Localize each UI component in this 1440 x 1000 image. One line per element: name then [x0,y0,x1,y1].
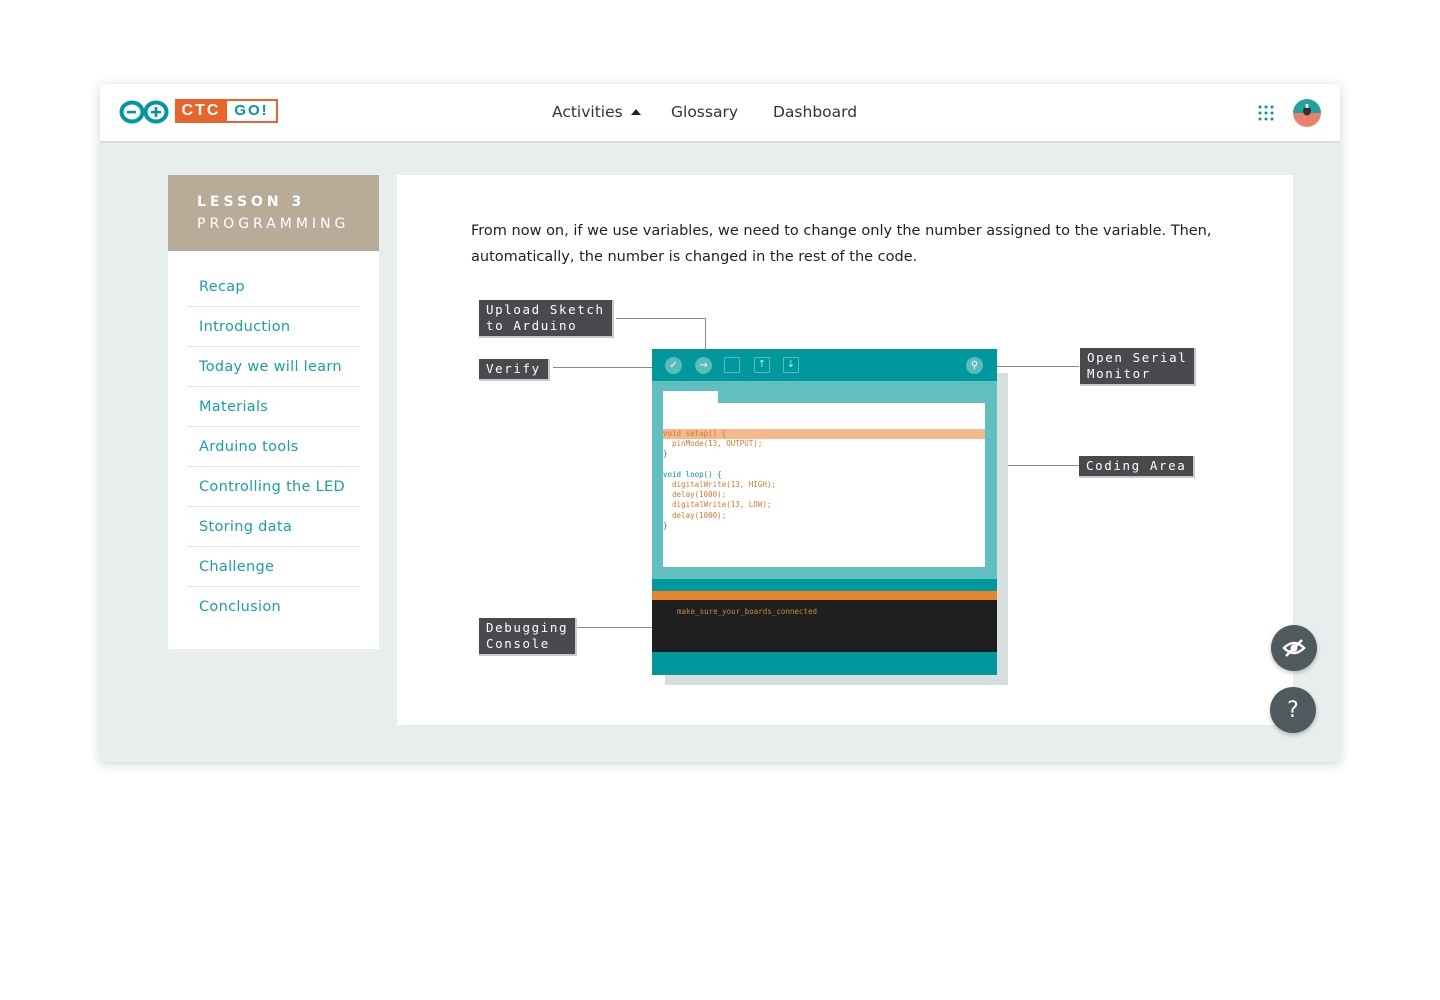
code-line-5: digitalWrite(13, HIGH); [663,480,776,490]
help-button[interactable]: ? [1270,687,1316,733]
arduino-logo-icon[interactable] [119,99,169,125]
code-line-9: } [663,520,668,530]
open-serial-monitor-label: Open Serial Monitor [1080,348,1197,386]
console-message: make_sure_your_boards_connected [677,607,817,616]
sidebar-item-arduino-tools[interactable]: Arduino tools [187,427,360,467]
ide-footer-bar [652,652,997,675]
code-line-6: delay(1000); [663,490,727,500]
code-line-4: void loop() { [663,469,722,479]
code-line-8: delay(1000); [663,510,727,520]
coding-area-label: Coding Area [1079,456,1196,478]
verify-label: Verify [479,359,550,381]
sidebar-item-storing-data[interactable]: Storing data [187,507,360,547]
logo-ctc-text: CTC [175,99,227,123]
ctc-go-logo[interactable]: CTC GO! [175,99,378,123]
lesson-sidebar: LESSON 3 PROGRAMMING Recap Introduction … [168,175,379,649]
ide-code-editor: void setup() { pinMode(13, OUTPUT); } vo… [663,403,985,567]
ide-debug-console: make_sure_your_boards_connected [652,600,997,652]
logo-go-text: GO! [227,99,278,123]
nav-dashboard[interactable]: Dashboard [773,84,857,141]
new-file-icon [724,357,740,373]
ide-message-bar [652,591,997,600]
lesson-number: LESSON 3 [197,194,306,210]
top-header: CTC GO! Activities Glossary Dashboard [100,84,1340,143]
app-window: CTC GO! Activities Glossary Dashboard LE… [100,84,1340,762]
nav-glossary[interactable]: Glossary [671,84,738,141]
sidebar-item-conclusion[interactable]: Conclusion [187,587,360,626]
code-line-3: } [663,449,668,459]
serial-monitor-search-icon: ⚲ [966,357,983,374]
nav-activities[interactable]: Activities [552,84,641,141]
sidebar-item-today-we-will-learn[interactable]: Today we will learn [187,347,360,387]
debugging-console-label: Debugging Console [479,618,578,656]
code-line-2: pinMode(13, OUTPUT); [663,439,763,449]
user-avatar[interactable] [1293,99,1321,127]
ide-window: ✓ → ↑ ↓ ⚲ void setup() { pinMode(13, OUT… [652,349,997,675]
arduino-ide-diagram: Upload Sketch to Arduino Verify Open Ser… [397,175,1293,725]
ide-status-bar [652,579,997,591]
save-file-icon: ↓ [783,357,799,373]
code-line-highlighted: void setup() { [663,429,985,440]
sidebar-item-recap[interactable]: Recap [187,267,360,307]
code-line-1: void setup() { [663,429,727,438]
hide-toggle-button[interactable] [1271,625,1317,671]
sidebar-item-challenge[interactable]: Challenge [187,547,360,587]
nav-activities-label: Activities [552,103,623,121]
open-file-icon: ↑ [754,357,770,373]
avatar-icon [1303,104,1311,116]
lesson-content: From now on, if we use variables, we nee… [397,175,1293,725]
verify-connector-line [553,367,653,368]
lesson-section-list: Recap Introduction Today we will learn M… [187,267,360,626]
code-listing: void setup() { pinMode(13, OUTPUT); } vo… [663,429,985,531]
ide-toolbar: ✓ → ↑ ↓ ⚲ [652,349,997,381]
code-line-7: digitalWrite(13, LOW); [663,500,772,510]
lesson-header: LESSON 3 PROGRAMMING [168,175,379,251]
upload-arrow-icon: → [695,357,712,374]
upload-sketch-label: Upload Sketch to Arduino [479,300,614,338]
upload-connector-line-h [616,318,706,319]
apps-grid-icon[interactable] [1257,104,1275,122]
sidebar-item-materials[interactable]: Materials [187,387,360,427]
serial-connector-line [997,366,1079,367]
upload-connector-line-v [705,318,706,350]
sidebar-item-introduction[interactable]: Introduction [187,307,360,347]
eye-off-icon [1282,639,1306,657]
lesson-title: PROGRAMMING [197,216,350,232]
sidebar-item-controlling-the-led[interactable]: Controlling the LED [187,467,360,507]
verify-check-icon: ✓ [665,357,682,374]
caret-up-icon [630,109,641,115]
